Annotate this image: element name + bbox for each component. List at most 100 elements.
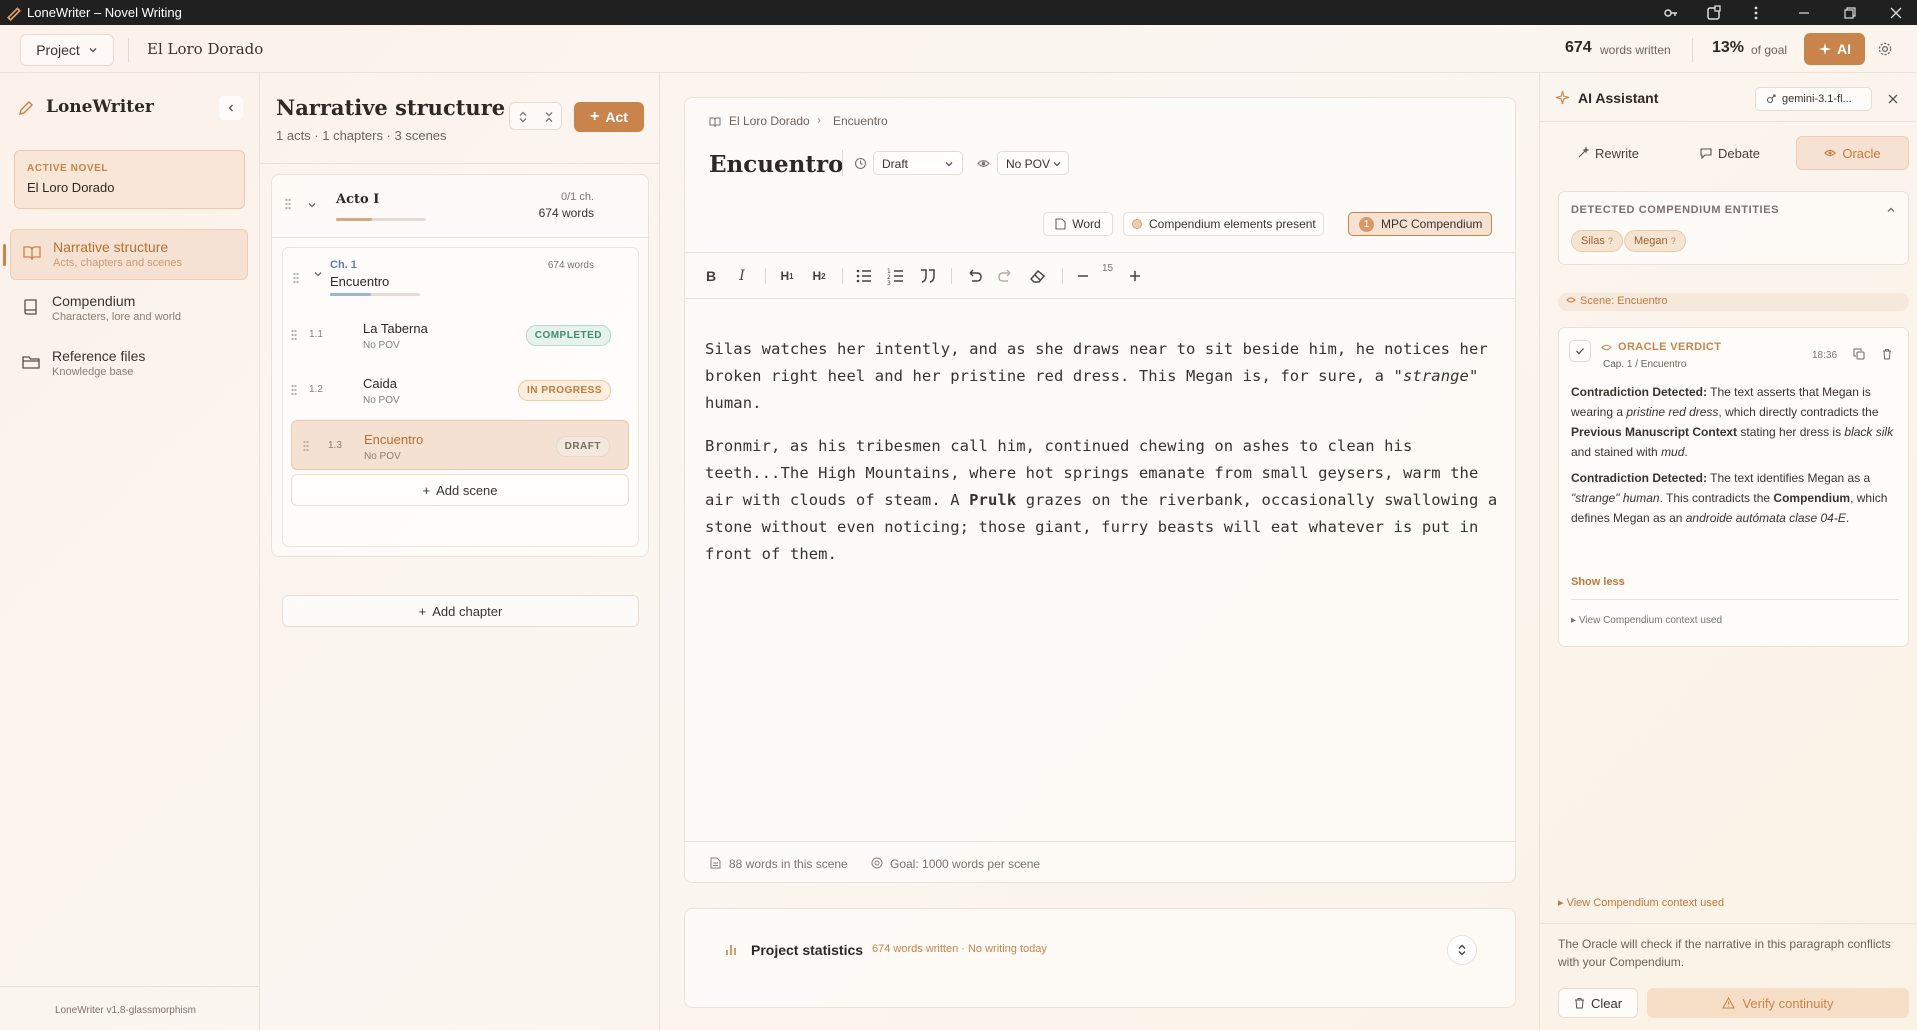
eraser-icon[interactable] xyxy=(1028,266,1048,286)
entity-name: Silas xyxy=(1581,235,1605,247)
drag-handle-icon[interactable] xyxy=(303,440,309,452)
view-context-inner-link[interactable]: ▸ View Compendium context used xyxy=(1571,615,1722,626)
model-select[interactable]: gemini-3.1-fl... xyxy=(1755,87,1872,111)
active-novel-card[interactable]: ACTIVE NOVEL El Loro Dorado xyxy=(14,150,245,209)
heading-1-button[interactable]: H1 xyxy=(777,266,797,286)
plus-icon: + xyxy=(422,482,431,498)
ai-assistant-panel: AI Assistant gemini-3.1-fl... Rewrite De… xyxy=(1539,73,1917,1030)
heading-2-button[interactable]: H2 xyxy=(809,266,829,286)
quote-icon[interactable] xyxy=(918,266,938,286)
more-vertical-icon[interactable] xyxy=(1748,5,1764,21)
collapse-all-icon[interactable] xyxy=(543,111,555,123)
scene-label-text: Scene: Encuentro xyxy=(1580,295,1668,307)
sparkles-icon xyxy=(1555,90,1570,105)
breadcrumb-novel[interactable]: El Loro Dorado xyxy=(729,114,810,128)
status-select[interactable]: Draft xyxy=(873,151,963,175)
eye-icon xyxy=(977,160,990,167)
italic-button[interactable]: I xyxy=(732,266,752,286)
verdict-body: Contradiction Detected: The text asserts… xyxy=(1571,382,1899,534)
scene-row[interactable]: 1.1 La Taberna No POV COMPLETED xyxy=(291,310,629,360)
entity-chip[interactable]: Megan ? xyxy=(1624,230,1686,252)
chevron-down-icon xyxy=(89,48,97,53)
show-less-link[interactable]: Show less xyxy=(1571,576,1625,588)
scene-row[interactable]: 1.2 Caida No POV IN PROGRESS xyxy=(291,365,629,415)
expand-all-icon[interactable] xyxy=(517,111,529,123)
act-divider xyxy=(272,237,650,238)
editor-content[interactable]: Silas watches her intently, and as she d… xyxy=(705,336,1500,568)
view-context-label: View Compendium context used xyxy=(1566,897,1725,909)
scene-row-active[interactable]: 1.3 Encuentro No POV DRAFT xyxy=(291,420,629,470)
increase-font-icon[interactable] xyxy=(1125,266,1145,286)
scene-title[interactable]: Encuentro xyxy=(709,151,843,178)
settings-gear-icon[interactable] xyxy=(1877,41,1893,57)
mpc-compendium-button[interactable]: 1 MPC Compendium xyxy=(1348,212,1492,236)
close-window-icon[interactable] xyxy=(1888,5,1904,21)
extensions-icon[interactable] xyxy=(1706,5,1722,21)
bullet-list-icon[interactable] xyxy=(854,266,874,286)
trash-icon[interactable] xyxy=(1881,348,1893,360)
top-header: Project El Loro Dorado 674 words written… xyxy=(0,25,1917,73)
sidebar-item-compendium[interactable]: Compendium Characters, lore and world xyxy=(10,284,248,335)
undo-icon[interactable] xyxy=(964,266,984,286)
project-statistics-card[interactable]: Project statistics 674 words written · N… xyxy=(684,908,1516,1008)
chapter-words: 674 words xyxy=(547,260,594,271)
chapter-label: Ch. 1 xyxy=(330,259,357,271)
active-novel-label: ACTIVE NOVEL xyxy=(27,163,109,174)
chevron-down-icon[interactable] xyxy=(313,269,323,279)
drag-handle-icon[interactable] xyxy=(291,329,297,341)
entity-unknown-mark: ? xyxy=(1607,236,1613,246)
add-chapter-button[interactable]: + Add chapter xyxy=(282,595,639,627)
compendium-present-label: Compendium elements present xyxy=(1149,217,1316,231)
sidebar-item-narrative-structure[interactable]: Narrative structure Acts, chapters and s… xyxy=(3,229,248,280)
entity-chip[interactable]: Silas ? xyxy=(1571,230,1623,252)
key-icon[interactable] xyxy=(1663,5,1679,21)
act-words: 674 words xyxy=(538,206,594,220)
restore-icon[interactable] xyxy=(1842,5,1858,21)
tab-oracle[interactable]: Oracle xyxy=(1796,136,1909,170)
entity-name: Megan xyxy=(1634,235,1668,247)
view-context-label: View Compendium context used xyxy=(1578,615,1723,626)
scene-pov: No POV xyxy=(363,340,400,351)
status-badge: DRAFT xyxy=(555,436,610,457)
redo-icon[interactable] xyxy=(996,266,1016,286)
copy-icon[interactable] xyxy=(1853,348,1865,360)
pov-select[interactable]: No POV xyxy=(997,151,1069,175)
decrease-font-icon[interactable] xyxy=(1073,266,1093,286)
chapter-name: Encuentro xyxy=(330,274,390,289)
breadcrumb-scene[interactable]: Encuentro xyxy=(833,114,888,128)
drag-handle-icon[interactable] xyxy=(285,198,291,210)
close-icon[interactable] xyxy=(1887,93,1899,105)
status-select-value: Draft xyxy=(882,157,909,171)
sidebar-item-reference-files[interactable]: Reference files Knowledge base xyxy=(10,339,248,390)
collapse-sidebar-button[interactable] xyxy=(219,96,243,120)
clear-button[interactable]: Clear xyxy=(1558,988,1638,1018)
stats-summary: 674 words written · No writing today xyxy=(872,943,1047,955)
bar-chart-icon xyxy=(726,945,736,955)
minimize-icon[interactable] xyxy=(1796,5,1812,21)
structure-divider xyxy=(260,163,659,164)
chevron-left-icon xyxy=(228,104,233,112)
project-menu-button[interactable]: Project xyxy=(20,34,114,66)
sidebar-item-title: Compendium xyxy=(52,293,136,309)
chevron-up-icon[interactable] xyxy=(1886,205,1896,215)
tab-debate[interactable]: Debate xyxy=(1675,136,1785,170)
drag-handle-icon[interactable] xyxy=(293,272,299,284)
ai-toggle-button[interactable]: AI xyxy=(1804,33,1865,65)
expand-stats-button[interactable] xyxy=(1447,935,1477,965)
mpc-count-badge: 1 xyxy=(1359,216,1374,232)
word-export-button[interactable]: Word xyxy=(1043,212,1113,236)
chevron-down-icon[interactable] xyxy=(307,200,317,210)
bold-button[interactable]: B xyxy=(701,266,721,286)
chapter-card: Ch. 1 Encuentro 674 words 1.1 La Taberna… xyxy=(282,247,639,547)
accept-verdict-button[interactable] xyxy=(1569,340,1591,362)
add-scene-button[interactable]: + Add scene xyxy=(291,474,629,506)
view-context-link[interactable]: ▸ View Compendium context used xyxy=(1558,896,1724,909)
detected-entities-card: DETECTED COMPENDIUM ENTITIES Silas ? Meg… xyxy=(1558,191,1909,265)
add-act-button[interactable]: + Act xyxy=(574,102,644,132)
verdict-item: Contradiction Detected: The text identif… xyxy=(1571,471,1888,525)
tab-label: Debate xyxy=(1718,145,1760,161)
ordered-list-icon[interactable]: 123 xyxy=(886,266,906,286)
tab-rewrite[interactable]: Rewrite xyxy=(1558,136,1658,170)
verify-continuity-button[interactable]: Verify continuity xyxy=(1647,988,1909,1018)
drag-handle-icon[interactable] xyxy=(291,384,297,396)
